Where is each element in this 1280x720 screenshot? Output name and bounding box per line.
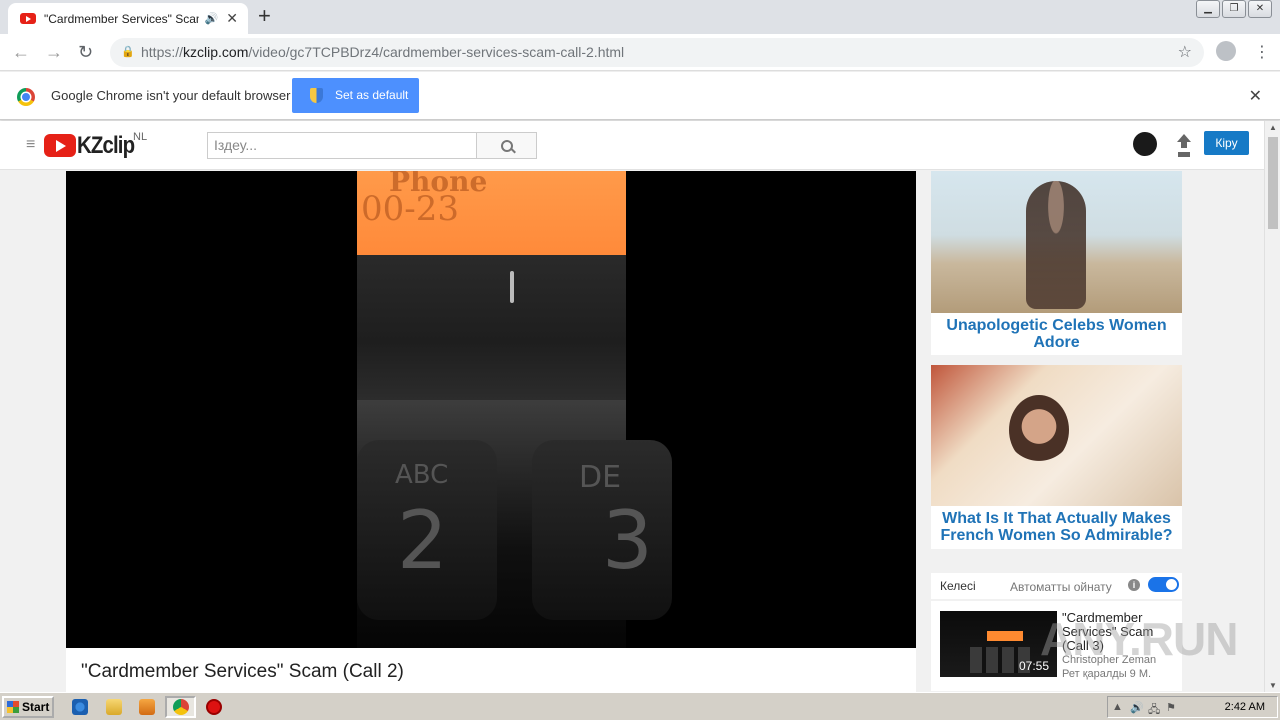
restore-button[interactable]: ❐ xyxy=(1222,0,1246,18)
browser-tab[interactable]: "Cardmember Services" Scam (C 🔊 ✕ xyxy=(8,3,248,34)
upload-icon[interactable] xyxy=(1176,134,1192,154)
phone-lcd: Phone 00-23 xyxy=(357,171,626,255)
ad-image[interactable] xyxy=(931,171,1182,313)
search-button[interactable] xyxy=(476,132,537,159)
keypad-key-2: ABC 2 xyxy=(357,440,497,620)
media-player-icon[interactable] xyxy=(139,699,155,715)
autoplay-toggle[interactable] xyxy=(1148,577,1179,592)
chrome-menu-icon[interactable]: ⋮ xyxy=(1254,42,1270,62)
video-player[interactable]: Phone 00-23 ABC 2 DE 3 xyxy=(66,171,916,648)
info-icon[interactable]: i xyxy=(1128,579,1140,591)
ad-card[interactable]: Unapologetic Celebs Women Adore xyxy=(931,171,1182,355)
ad-card[interactable]: What Is It That Actually Makes French Wo… xyxy=(931,365,1182,549)
set-default-label: Set as default xyxy=(335,88,409,102)
phone-body xyxy=(357,255,626,400)
bookmark-star-icon[interactable]: ☆ xyxy=(1178,38,1192,67)
minimize-button[interactable]: ▁ xyxy=(1196,0,1220,18)
youtube-favicon-icon xyxy=(20,13,36,24)
volume-icon[interactable]: 🔊 xyxy=(1130,701,1144,715)
video-frame: Phone 00-23 ABC 2 DE 3 xyxy=(357,171,672,648)
up-next-label: Келесі xyxy=(940,579,976,593)
site-logo[interactable]: KZclip xyxy=(77,132,135,160)
page-scrollbar[interactable]: ▲ ▼ xyxy=(1264,121,1280,692)
network-icon[interactable]: 🖧 xyxy=(1148,701,1162,716)
clock[interactable]: 2:42 AM xyxy=(1225,701,1265,713)
forward-arrow-icon[interactable]: → xyxy=(45,42,63,63)
stop-icon[interactable] xyxy=(206,699,222,715)
anyrun-watermark: ANY.RUN xyxy=(1040,613,1238,665)
browser-toolbar: ← → ↻ 🔒 https://kzclip.com/video/gc7TCPB… xyxy=(0,34,1280,71)
profile-avatar-icon[interactable] xyxy=(1216,41,1236,61)
back-arrow-icon[interactable]: ← xyxy=(12,42,30,63)
system-tray: ▲ 🔊 🖧 ⚑ 2:42 AM xyxy=(1107,696,1278,718)
web-page: ≡ KZclip NL Іздеу... Кіру Phone 00-23 AB… xyxy=(0,121,1264,692)
key-letters: DE xyxy=(579,460,622,495)
region-label: NL xyxy=(133,131,148,143)
keypad-key-3: DE 3 xyxy=(532,440,672,620)
window-controls: ▁ ❐ ✕ xyxy=(1196,0,1272,18)
up-next-row: Келесі Автоматты ойнату i xyxy=(931,573,1182,599)
tab-title: "Cardmember Services" Scam (C xyxy=(44,11,199,26)
file-explorer-icon[interactable] xyxy=(106,699,122,715)
windows-taskbar: Start ▲ 🔊 🖧 ⚑ 2:42 AM xyxy=(0,692,1280,720)
phone-keypad: ABC 2 DE 3 xyxy=(357,400,672,648)
lock-icon: 🔒 xyxy=(121,46,135,58)
flag-icon[interactable]: ⚑ xyxy=(1166,701,1180,715)
speaker-icon[interactable]: 🔊 xyxy=(205,12,219,25)
set-as-default-button[interactable]: Set as default xyxy=(292,78,419,113)
next-video-views: Рет қаралды 9 М. xyxy=(1062,668,1152,680)
key-digit: 2 xyxy=(397,494,448,587)
site-header: ≡ KZclip NL Іздеу... Кіру xyxy=(0,121,1264,170)
lcd-text-2: 00-23 xyxy=(361,189,460,229)
hamburger-menu-icon[interactable]: ≡ xyxy=(26,136,35,154)
start-button[interactable]: Start xyxy=(2,696,54,718)
close-tab-icon[interactable]: ✕ xyxy=(226,10,238,27)
address-bar[interactable]: 🔒 https://kzclip.com/video/gc7TCPBDrz4/c… xyxy=(110,38,1204,67)
ad-caption[interactable]: What Is It That Actually Makes French Wo… xyxy=(931,506,1182,544)
chrome-taskbar-button[interactable] xyxy=(165,696,196,718)
ad-caption[interactable]: Unapologetic Celebs Women Adore xyxy=(931,313,1182,351)
user-avatar[interactable] xyxy=(1133,132,1157,156)
scroll-up-icon[interactable]: ▲ xyxy=(1269,123,1277,132)
internet-explorer-icon[interactable] xyxy=(72,699,88,715)
close-window-button[interactable]: ✕ xyxy=(1248,0,1272,18)
site-logo-play-icon[interactable] xyxy=(44,134,76,157)
infobar-close-icon[interactable]: ✕ xyxy=(1249,86,1262,106)
chrome-logo-icon xyxy=(17,88,35,106)
chrome-icon xyxy=(173,699,189,715)
scroll-down-icon[interactable]: ▼ xyxy=(1269,681,1277,690)
uac-shield-icon xyxy=(310,88,323,103)
infobar-message: Google Chrome isn't your default browser xyxy=(51,88,291,103)
url-host: kzclip.com xyxy=(183,44,249,60)
default-browser-infobar: Google Chrome isn't your default browser… xyxy=(0,72,1280,120)
login-button[interactable]: Кіру xyxy=(1204,131,1249,155)
scrollbar-thumb[interactable] xyxy=(1268,137,1278,229)
key-letters: ABC xyxy=(395,460,449,490)
tab-strip: "Cardmember Services" Scam (C 🔊 ✕ + ▁ ❐ … xyxy=(0,0,1280,34)
video-title: "Cardmember Services" Scam (Call 2) xyxy=(66,648,916,692)
autoplay-label: Автоматты ойнату xyxy=(1010,580,1112,594)
search-input[interactable]: Іздеу... xyxy=(207,132,477,159)
new-tab-button[interactable]: + xyxy=(258,5,271,27)
url-scheme: https:// xyxy=(141,44,184,60)
reload-icon[interactable]: ↻ xyxy=(78,42,93,63)
url-path: /video/gc7TCPBDrz4/cardmember-services-s… xyxy=(248,44,625,60)
tray-arrow-icon[interactable]: ▲ xyxy=(1112,701,1126,715)
key-digit: 3 xyxy=(602,494,653,587)
ad-image[interactable] xyxy=(931,365,1182,506)
video-duration: 07:55 xyxy=(1018,659,1049,673)
